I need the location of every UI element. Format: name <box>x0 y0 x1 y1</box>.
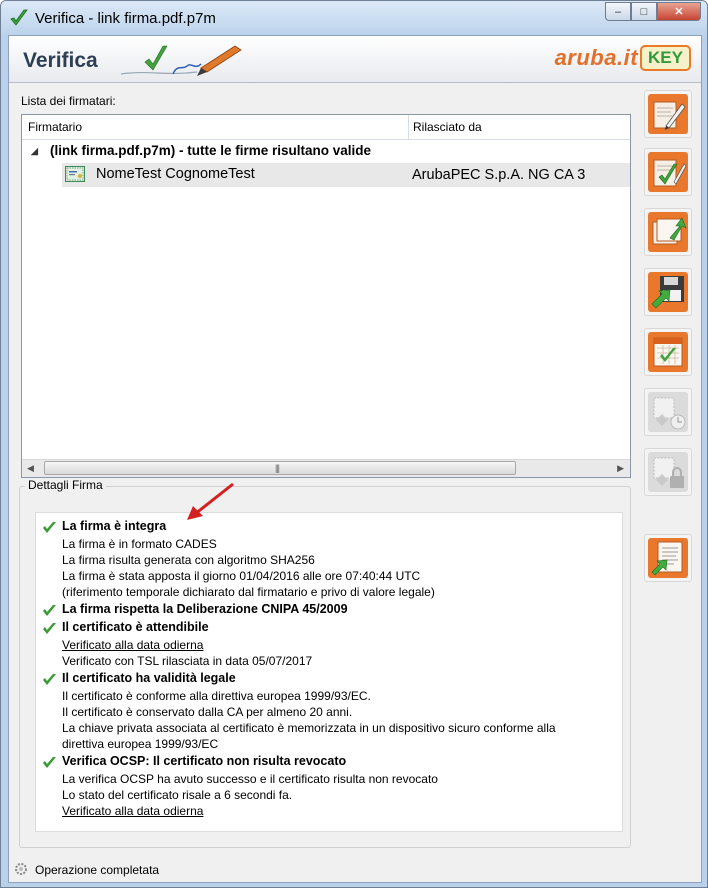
header-banner: Verifica aruba.it KEY <box>9 36 701 83</box>
scroll-grip-icon: ||| <box>275 463 280 473</box>
detail-legal-heading: Il certificato ha validità legale <box>62 671 236 685</box>
export-arrow-icon <box>648 212 688 252</box>
certificate-icon <box>65 166 85 182</box>
verifica-window: Verifica - link firma.pdf.p7m – □ ✕ Veri… <box>0 0 708 888</box>
column-divider[interactable] <box>408 115 409 139</box>
signers-list[interactable]: Firmatario Rilasciato da ◢ (link firma.p… <box>21 114 631 478</box>
table-row[interactable]: NomeTest CognomeTest ArubaPEC S.p.A. NG … <box>62 163 630 187</box>
status-text: Operazione completata <box>35 863 160 877</box>
annotation-arrow-icon <box>187 482 234 520</box>
detail-text: La chiave privata associata al certifica… <box>62 721 556 735</box>
client-area: Verifica aruba.it KEY Lista dei firmatar… <box>8 35 702 883</box>
checkmark-icon <box>10 9 28 26</box>
floppy-arrow-icon <box>648 272 688 312</box>
detail-text: Verificato con TSL rilasciata in data 05… <box>62 654 313 668</box>
padlock-certificate-icon <box>648 452 688 492</box>
minimize-button[interactable]: – <box>605 2 631 21</box>
group-status-text: (link firma.pdf.p7m) - tutte le firme ri… <box>50 143 372 158</box>
title-bar[interactable]: Verifica - link firma.pdf.p7m – □ ✕ <box>1 1 707 35</box>
pen-document-icon <box>648 94 688 134</box>
pen-signature-icon <box>120 45 242 76</box>
signature-details-panel: La firma è integra La firma è in formato… <box>35 512 623 832</box>
detail-text: La firma è stata apposta il giorno 01/04… <box>62 569 421 583</box>
detail-text: La firma risulta generata con algoritmo … <box>62 553 315 567</box>
scrollbar-thumb[interactable]: ||| <box>44 461 516 475</box>
maximize-button[interactable]: □ <box>631 2 657 21</box>
view-report-button[interactable] <box>644 534 692 582</box>
check-icon <box>43 522 56 533</box>
list-header: Firmatario Rilasciato da <box>22 115 630 140</box>
verified-today-link[interactable]: Verificato alla data odierna <box>62 804 203 818</box>
verify-at-date-button[interactable] <box>644 328 692 376</box>
signature-details-label: Dettagli Firma <box>25 478 106 492</box>
signer-issuer: ArubaPEC S.p.A. NG CA 3 <box>412 167 586 183</box>
check-icon <box>43 674 56 685</box>
detail-integrity-heading: La firma è integra <box>62 519 167 533</box>
check-icon <box>43 605 56 616</box>
detail-cnipa-heading: La firma rispetta la Deliberazione CNIPA… <box>62 602 348 616</box>
brand-key-badge: KEY <box>640 45 691 71</box>
detail-text: Il certificato è conservato dalla CA per… <box>62 705 353 719</box>
sign-document-button[interactable] <box>644 90 692 138</box>
detail-text: direttiva europea 1999/93/EC <box>62 737 219 751</box>
check-icon <box>43 623 56 634</box>
collapse-triangle-icon[interactable]: ◢ <box>31 146 38 157</box>
gear-icon <box>15 863 27 875</box>
detail-text: La verifica OCSP ha avuto successo e il … <box>62 772 438 786</box>
window-title: Verifica - link firma.pdf.p7m <box>35 10 216 27</box>
signer-name: NomeTest CognomeTest <box>96 166 255 182</box>
detail-ocsp-heading: Verifica OCSP: Il certificato non risult… <box>62 754 347 768</box>
column-header-signer[interactable]: Firmatario <box>28 120 82 134</box>
brand-name: aruba.it <box>554 45 639 70</box>
banner-title: Verifica <box>23 49 98 72</box>
clock-certificate-icon <box>648 392 688 432</box>
detail-text: (riferimento temporale dichiarato dal fi… <box>62 585 435 599</box>
lock-certificate-button[interactable] <box>644 448 692 496</box>
check-document-icon <box>648 152 688 192</box>
timestamp-certificate-button[interactable] <box>644 388 692 436</box>
horizontal-scrollbar[interactable]: ◀ ||| ▶ <box>22 459 630 477</box>
verify-signature-button[interactable] <box>644 148 692 196</box>
aruba-key-logo: aruba.it KEY <box>555 45 691 71</box>
report-arrow-icon <box>648 538 688 578</box>
status-bar: Operazione completata <box>9 856 701 882</box>
detail-text: Il certificato è conforme alla direttiva… <box>62 689 371 703</box>
verified-today-link[interactable]: Verificato alla data odierna <box>62 638 203 652</box>
save-document-button[interactable] <box>644 268 692 316</box>
detail-text: La firma è in formato CADES <box>62 537 217 551</box>
check-icon <box>43 757 56 768</box>
close-button[interactable]: ✕ <box>657 2 701 21</box>
detail-trusted-heading: Il certificato è attendibile <box>62 620 209 634</box>
detail-text: Lo stato del certificato risale a 6 seco… <box>62 788 293 802</box>
signers-list-label: Lista dei firmatari: <box>21 94 116 108</box>
export-document-button[interactable] <box>644 208 692 256</box>
calendar-check-icon <box>648 332 688 372</box>
scroll-left-icon[interactable]: ◀ <box>27 463 34 474</box>
scroll-right-icon[interactable]: ▶ <box>617 463 624 474</box>
column-header-issuer[interactable]: Rilasciato da <box>413 120 482 134</box>
